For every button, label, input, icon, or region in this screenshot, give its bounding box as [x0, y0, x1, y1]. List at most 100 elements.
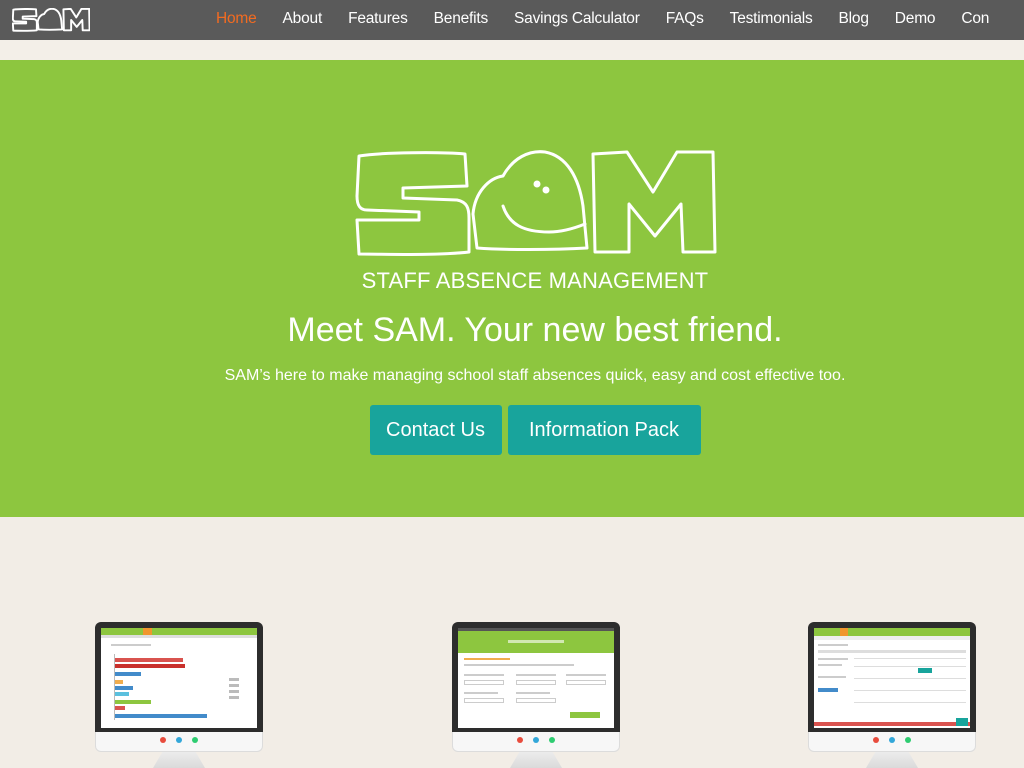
monitor-stand — [866, 752, 918, 768]
side-text-line — [818, 676, 846, 678]
sam-logo-small-icon — [12, 8, 90, 32]
monitor-dot-red — [517, 737, 523, 743]
monitor-chin — [808, 732, 976, 752]
hero-logo — [353, 148, 717, 260]
monitor-dashboard — [95, 622, 263, 768]
main-nav: Home About Features Benefits Savings Cal… — [216, 0, 1024, 40]
nav-item-testimonials[interactable]: Testimonials — [730, 0, 813, 40]
top-nav-bar: Home About Features Benefits Savings Cal… — [0, 0, 1024, 40]
chart-legend — [229, 684, 239, 687]
logo-tagline: STAFF ABSENCE MANAGEMENT — [361, 268, 709, 293]
nav-item-benefits[interactable]: Benefits — [434, 0, 489, 40]
screen-teal-button — [918, 668, 932, 673]
monitor-calculator — [452, 622, 620, 768]
side-text-line — [818, 658, 848, 660]
chart-bar — [115, 706, 125, 710]
form-submit — [570, 712, 600, 718]
monitor-chin — [95, 732, 263, 752]
hero-subtitle: SAM’s here to make managing school staff… — [224, 367, 846, 384]
chart-bar — [115, 686, 133, 690]
sam-logo-icon — [355, 150, 717, 256]
monitor-frame — [95, 622, 263, 732]
table-row — [854, 658, 966, 659]
chart-bar — [115, 664, 185, 668]
chart-bar — [115, 672, 141, 676]
form-input — [464, 680, 504, 685]
monitor-dot-blue — [889, 737, 895, 743]
screen-subbar — [814, 636, 970, 640]
nav-spacer-strip — [0, 40, 1024, 60]
monitor-screen — [458, 628, 614, 728]
table-row — [854, 678, 966, 679]
screen-tab-active — [143, 628, 152, 635]
table-header — [818, 650, 966, 653]
nav-item-about[interactable]: About — [283, 0, 323, 40]
monitor-dot-red — [160, 737, 166, 743]
monitor-stand — [510, 752, 562, 768]
monitor-chin — [452, 732, 620, 752]
table-row — [854, 702, 966, 703]
screen-heading-line — [818, 644, 848, 646]
monitor-dot-red — [873, 737, 879, 743]
nav-item-savings-calculator[interactable]: Savings Calculator — [514, 0, 640, 40]
chart-legend — [229, 696, 239, 699]
form-input — [516, 698, 556, 703]
nav-logo[interactable] — [12, 8, 90, 32]
nav-item-contact[interactable]: Con — [961, 0, 989, 40]
screen-subbar — [101, 635, 257, 638]
chart-legend — [229, 678, 239, 681]
nav-item-faqs[interactable]: FAQs — [666, 0, 704, 40]
form-label — [464, 692, 498, 694]
form-label — [566, 674, 606, 676]
screen-header — [101, 628, 257, 635]
chart-bar — [115, 680, 123, 684]
nav-item-features[interactable]: Features — [348, 0, 408, 40]
screen-footer — [814, 722, 970, 726]
form-input — [464, 698, 504, 703]
chart-bar — [115, 692, 129, 696]
form-label — [516, 692, 550, 694]
chart-bar — [115, 658, 183, 662]
screen-blue-button — [818, 688, 838, 692]
monitor-screen — [101, 628, 257, 728]
hero-title: Meet SAM. Your new best friend. — [287, 311, 783, 349]
hero-section: STAFF ABSENCE MANAGEMENT Meet SAM. Your … — [0, 60, 1024, 517]
screen-heading-line — [111, 644, 151, 646]
monitor-dot-blue — [533, 737, 539, 743]
screen-text-line — [464, 664, 574, 666]
monitor-frame — [808, 622, 976, 732]
form-label — [516, 674, 556, 676]
screen-tab-active — [840, 628, 848, 636]
screen-heading-line — [464, 658, 510, 660]
nav-item-blog[interactable]: Blog — [839, 0, 869, 40]
monitor-dot-green — [549, 737, 555, 743]
form-input — [516, 680, 556, 685]
chart-legend — [229, 690, 239, 693]
monitor-dot-green — [905, 737, 911, 743]
screen-footer-accent — [956, 718, 968, 726]
monitor-dot-blue — [176, 737, 182, 743]
form-label — [464, 674, 504, 676]
hero-content: STAFF ABSENCE MANAGEMENT Meet SAM. Your … — [46, 60, 1024, 517]
screen-header — [814, 628, 970, 636]
nav-item-home[interactable]: Home — [216, 0, 257, 40]
chart-bar — [115, 700, 151, 704]
monitor-dot-green — [192, 737, 198, 743]
screen-header-line — [508, 640, 564, 643]
chart-bar — [115, 714, 207, 718]
monitor-screen — [814, 628, 970, 728]
logo-smile — [501, 204, 587, 234]
monitor-stand — [153, 752, 205, 768]
contact-us-button[interactable]: Contact Us — [369, 405, 502, 455]
table-row — [854, 690, 966, 691]
information-pack-button[interactable]: Information Pack — [507, 405, 701, 455]
logo-letter-m — [591, 150, 717, 254]
nav-item-demo[interactable]: Demo — [895, 0, 936, 40]
logo-eye-right — [542, 186, 550, 194]
hero-buttons: Contact Us Information Pack — [46, 405, 1024, 455]
logo-letter-a — [471, 150, 589, 251]
side-text-line — [818, 664, 842, 666]
monitor-frame — [452, 622, 620, 732]
logo-eye-left — [533, 180, 541, 188]
form-input — [566, 680, 606, 685]
